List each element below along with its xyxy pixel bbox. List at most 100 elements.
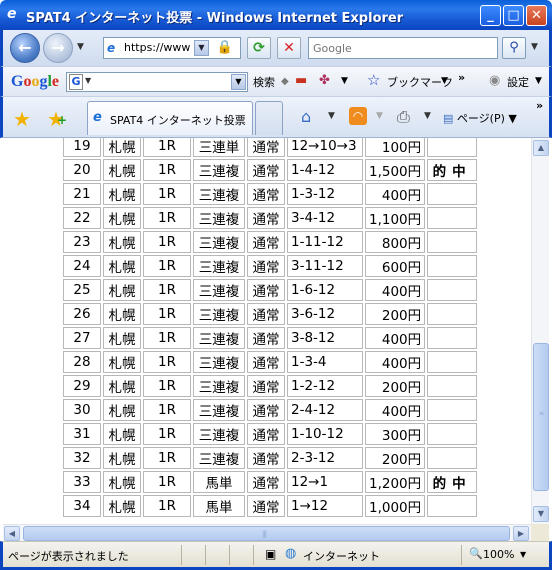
protected-mode-icon[interactable]: ▣ [265, 547, 276, 561]
close-button[interactable]: ✕ [526, 5, 547, 26]
scrollbar-corner [531, 524, 549, 541]
recent-pages-dropdown-icon[interactable]: ▼ [77, 42, 84, 52]
google-search-field[interactable]: G ▼ ▼ [66, 72, 248, 92]
row-number: 19 [63, 138, 101, 157]
method-cell: 通常 [247, 207, 285, 229]
stop-button[interactable]: ✕ [277, 37, 301, 59]
page-menu-button[interactable]: ▤ ページ(P) ▼ [443, 110, 517, 126]
search-input[interactable] [309, 38, 497, 58]
method-cell: 通常 [247, 303, 285, 325]
bet-type-cell: 三連複 [193, 183, 245, 205]
chevron-down-icon[interactable]: ▼ [441, 76, 448, 86]
chevron-down-icon[interactable]: ▼ [520, 550, 526, 559]
maximize-button[interactable]: □ [503, 5, 524, 26]
page-menu-label[interactable]: ページ(P) [457, 112, 505, 125]
vertical-scroll-thumb[interactable]: ≡ [533, 343, 549, 491]
address-dropdown-icon[interactable]: ▼ [194, 40, 209, 56]
bet-results-table: 19 札幌 1R 三連単 通常 12→10→3 100円 20 札幌 1R 三連複 通常 1-4-12 1… [61, 138, 479, 519]
amount-cell: 100円 [365, 138, 426, 157]
print-icon[interactable]: ⎙ [397, 107, 410, 127]
more-chevron-icon[interactable]: » [536, 99, 543, 112]
combination-cell: 1-3-4 [287, 351, 363, 373]
horizontal-scrollbar[interactable]: ◀ ||| ▶ [3, 524, 531, 541]
horizontal-scroll-thumb[interactable]: ||| [23, 526, 510, 541]
result-cell [427, 183, 478, 205]
amount-cell: 1,500円 [365, 159, 426, 181]
result-cell: 的中 [427, 159, 478, 181]
arrows-icon[interactable]: ◆ [281, 76, 289, 87]
amount-cell: 200円 [365, 375, 426, 397]
table-row: 24 札幌 1R 三連複 通常 3-11-12 600円 [63, 255, 478, 277]
tab-title[interactable]: SPAT4 インターネット投票 [110, 112, 246, 128]
chevron-down-icon[interactable]: ▼ [328, 111, 335, 121]
result-cell: 的中 [427, 471, 478, 493]
venue-cell: 札幌 [103, 351, 141, 373]
venue-cell: 札幌 [103, 399, 141, 421]
security-zone[interactable]: インターネット [303, 548, 380, 564]
bet-type-cell: 三連複 [193, 231, 245, 253]
chevron-down-icon[interactable]: ▼ [535, 76, 542, 86]
minimize-button[interactable]: _ [480, 5, 501, 26]
scroll-left-icon[interactable]: ◀ [4, 526, 20, 541]
settings-icon[interactable]: ◉ [489, 73, 500, 88]
add-favorites-icon[interactable]: ★ + [47, 107, 67, 131]
zoom-level[interactable]: 100% [483, 548, 514, 561]
tab-spat4[interactable]: e SPAT4 インターネット投票 [87, 101, 253, 135]
chevron-down-icon[interactable]: ▼ [424, 111, 431, 121]
combination-cell: 2-4-12 [287, 399, 363, 421]
combination-cell: 1→12 [287, 495, 363, 517]
result-cell [427, 327, 478, 349]
star-icon[interactable]: ☆ [367, 71, 380, 89]
bet-type-cell: 三連複 [193, 303, 245, 325]
venue-cell: 札幌 [103, 159, 141, 181]
combination-cell: 3-6-12 [287, 303, 363, 325]
method-cell: 通常 [247, 255, 285, 277]
result-cell [427, 231, 478, 253]
amount-cell: 200円 [365, 303, 426, 325]
refresh-button[interactable]: ⟳ [247, 37, 271, 59]
method-cell: 通常 [247, 327, 285, 349]
back-button[interactable]: ← [10, 33, 40, 63]
status-bar: ページが表示されました ▣ ◍ インターネット 🔍 100% ▼ [0, 541, 552, 570]
race-cell: 1R [143, 471, 191, 493]
scroll-right-icon[interactable]: ▶ [513, 526, 529, 541]
settings-button[interactable]: 設定 [507, 74, 529, 90]
chevron-down-icon[interactable]: ▼ [341, 76, 348, 86]
bet-type-cell: 三連複 [193, 399, 245, 421]
amount-cell: 800円 [365, 231, 426, 253]
row-number: 25 [63, 279, 101, 301]
search-box[interactable] [308, 37, 498, 59]
venue-cell: 札幌 [103, 327, 141, 349]
address-url[interactable]: https://www [124, 41, 196, 54]
method-cell: 通常 [247, 231, 285, 253]
google-search-button[interactable]: 検索 [253, 74, 275, 90]
status-divider [461, 545, 462, 565]
more-chevron-icon[interactable]: » [458, 71, 465, 84]
google-search-dropdown-icon[interactable]: ▼ [231, 74, 246, 90]
search-options-dropdown-icon[interactable]: ▼ [531, 42, 538, 52]
forward-button[interactable]: → [43, 33, 73, 63]
zoom-icon[interactable]: 🔍 [469, 547, 483, 560]
scroll-up-icon[interactable]: ▲ [533, 140, 549, 156]
favorites-star-icon[interactable]: ★ [13, 107, 31, 131]
result-cell [427, 279, 478, 301]
result-cell [427, 495, 478, 517]
race-cell: 1R [143, 327, 191, 349]
chevron-down-icon[interactable]: ▼ [376, 111, 383, 121]
search-icon[interactable]: ⚲ [502, 37, 526, 59]
google-logo[interactable]: Google [11, 73, 59, 91]
chevron-down-icon[interactable]: ▼ [85, 76, 91, 85]
puzzle-icon[interactable]: ✤ [319, 73, 330, 88]
scroll-down-icon[interactable]: ▼ [533, 506, 549, 522]
venue-cell: 札幌 [103, 375, 141, 397]
bookmark-shelf-icon[interactable]: ▬ [295, 73, 307, 88]
google-g-icon[interactable]: G [69, 74, 83, 90]
vertical-scrollbar[interactable]: ▲ ≡ ▼ [531, 138, 549, 524]
table-row: 32 札幌 1R 三連複 通常 2-3-12 200円 [63, 447, 478, 469]
home-icon[interactable]: ⌂ [301, 107, 311, 126]
new-tab-button[interactable] [255, 101, 283, 135]
lock-icon[interactable]: 🔒 [216, 40, 234, 56]
rss-feed-icon[interactable]: ◠ [349, 107, 367, 125]
address-bar[interactable]: e https://www ▼ 🔒 [103, 37, 241, 59]
amount-cell: 1,200円 [365, 471, 426, 493]
